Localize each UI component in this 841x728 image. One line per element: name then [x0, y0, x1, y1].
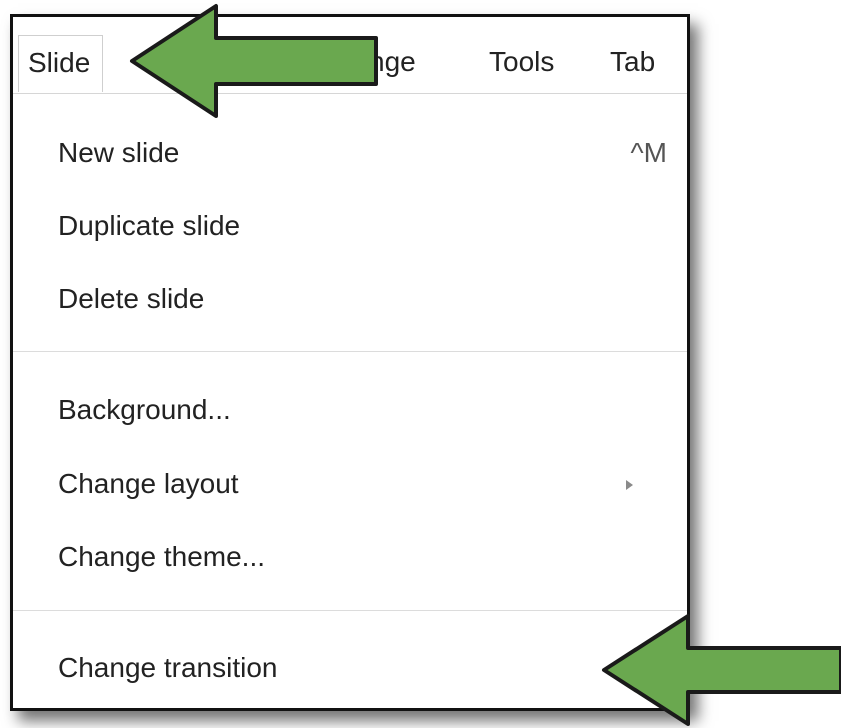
menubar-item-table[interactable]: Tab	[610, 45, 655, 79]
annotation-arrow-icon	[130, 4, 378, 118]
menu-item-label: Delete slide	[58, 283, 205, 314]
menu-item-change-transition[interactable]: Change transition	[58, 642, 667, 694]
menu-item-label: Change transition	[58, 652, 278, 683]
menu-item-label: Change theme...	[58, 541, 266, 572]
shortcut-label: ^M	[630, 137, 667, 168]
screenshot-stage: Slide nge Tools Tab New slide ^M Duplica…	[0, 0, 841, 728]
menu-item-label: New slide	[58, 137, 180, 168]
menubar-item-tools[interactable]: Tools	[489, 45, 554, 79]
menu-item-label: Background...	[58, 394, 231, 425]
menu-item-label: Change layout	[58, 468, 239, 499]
menu-item-background[interactable]: Background...	[58, 384, 667, 436]
menu-item-label: Duplicate slide	[58, 210, 241, 241]
slide-dropdown-menu: New slide ^M Duplicate slide Delete slid…	[13, 94, 687, 708]
menu-separator	[13, 351, 687, 352]
menubar-item-slide[interactable]: Slide	[18, 35, 104, 92]
menu-item-change-theme[interactable]: Change theme...	[58, 531, 667, 583]
submenu-arrow-icon	[626, 480, 633, 490]
menu-separator	[13, 610, 687, 611]
menu-item-new-slide[interactable]: New slide ^M	[58, 127, 667, 179]
arrow-shape	[130, 4, 378, 118]
annotation-arrow-icon	[602, 614, 841, 726]
menu-item-delete-slide[interactable]: Delete slide	[58, 273, 667, 325]
menu-item-change-layout[interactable]: Change layout	[58, 458, 667, 510]
arrow-shape	[602, 614, 841, 726]
menu-item-duplicate-slide[interactable]: Duplicate slide	[58, 200, 667, 252]
